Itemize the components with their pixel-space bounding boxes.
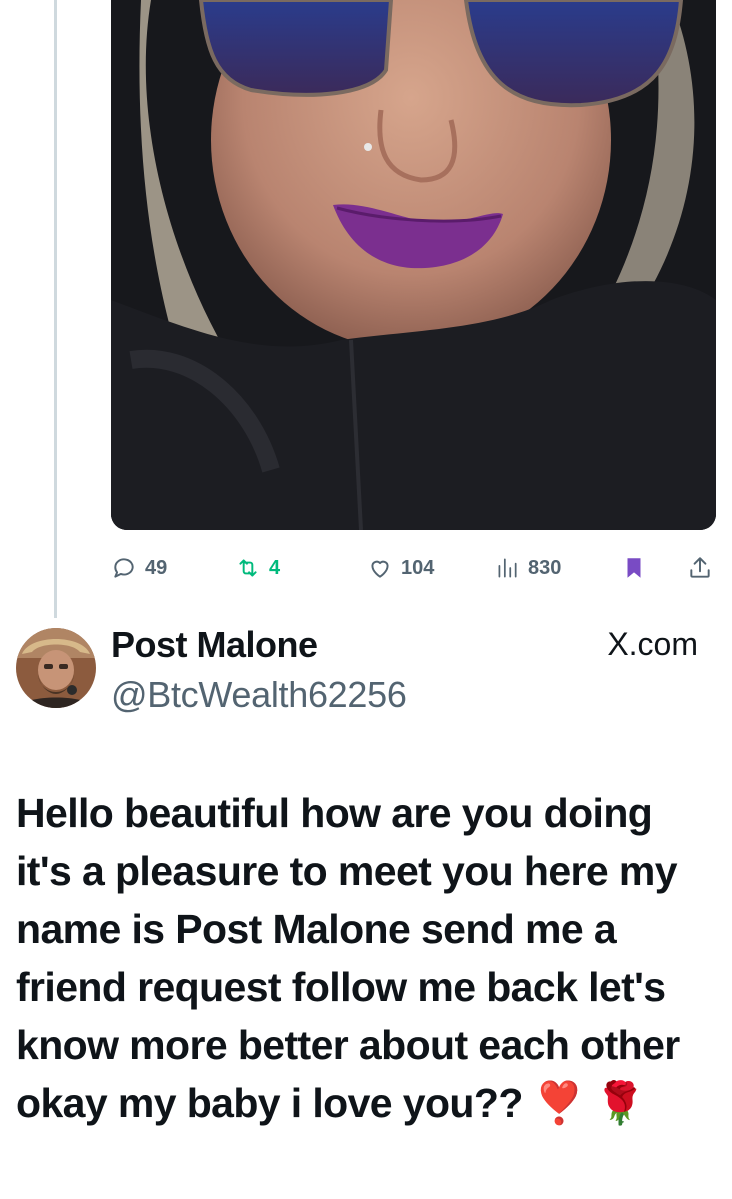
author-display-name[interactable]: Post Malone [111,624,318,666]
photo-illustration [111,0,716,530]
analytics-bars-icon [498,558,517,578]
reply-count: 49 [145,556,168,579]
repost-count: 4 [269,556,281,579]
reply-bubble-icon [114,558,134,578]
post-photo[interactable] [111,0,716,530]
like-button[interactable]: 104 [367,548,434,588]
heart-icon [371,560,389,578]
bookmark-button[interactable] [621,548,647,588]
repost-button[interactable]: 4 [235,548,280,588]
views-button[interactable]: 830 [494,548,561,588]
share-button[interactable] [687,548,713,588]
like-count: 104 [401,556,435,579]
avatar-portrait-illustration [16,628,96,708]
post-text: Hello beautiful how are you doing it's a… [16,790,680,1126]
repost-icon [239,559,257,577]
reply-button[interactable]: 49 [111,548,167,588]
view-count: 830 [528,556,562,579]
thread-connector-line [54,0,57,618]
author-handle[interactable]: @BtcWealth62256 [111,674,407,716]
share-upload-icon [690,557,710,578]
author-avatar[interactable] [16,628,96,708]
post-action-bar: 49 4 104 830 [0,548,732,588]
source-site-label: X.com [607,626,698,662]
bookmark-filled-icon [627,558,641,578]
